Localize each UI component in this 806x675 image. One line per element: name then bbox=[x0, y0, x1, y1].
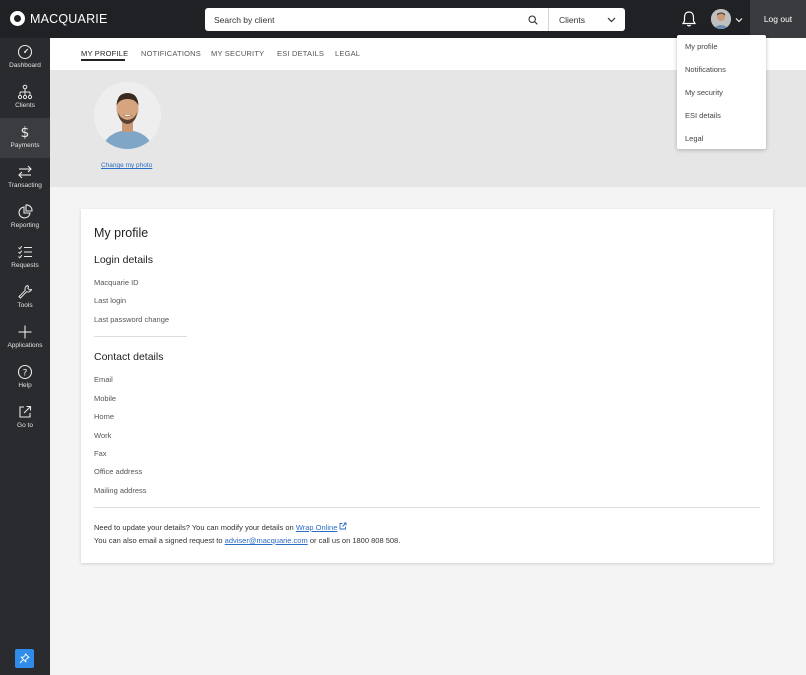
pie-chart-icon bbox=[18, 204, 33, 219]
sidebar-item-dashboard[interactable]: Dashboard bbox=[0, 38, 50, 78]
tab-esi-details[interactable]: ESI DETAILS bbox=[277, 49, 324, 58]
wrench-icon bbox=[18, 284, 33, 299]
sidebar-item-label: Applications bbox=[7, 342, 43, 349]
field-label: Fax bbox=[94, 449, 107, 458]
field-label: Last password change bbox=[94, 315, 170, 324]
user-dropdown-menu: My profile Notifications My security ESI… bbox=[677, 35, 766, 149]
search-bar: Clients bbox=[205, 8, 625, 31]
menu-item-esi-details[interactable]: ESI details bbox=[685, 111, 721, 120]
menu-item-legal[interactable]: Legal bbox=[685, 134, 703, 143]
sidebar-item-help[interactable]: ? Help bbox=[0, 358, 50, 398]
bell-icon[interactable] bbox=[681, 10, 697, 28]
sidebar-item-requests[interactable]: Requests bbox=[0, 238, 50, 278]
plus-icon bbox=[18, 325, 32, 339]
field-label: Macquarie ID bbox=[94, 278, 139, 287]
hierarchy-icon bbox=[17, 84, 33, 100]
login-details-heading: Login details bbox=[94, 254, 153, 266]
sidebar-item-payments[interactable]: $ Payments bbox=[0, 118, 50, 158]
logout-button[interactable]: Log out bbox=[750, 0, 806, 38]
active-tab-indicator bbox=[81, 59, 125, 61]
tab-legal[interactable]: LEGAL bbox=[335, 49, 360, 58]
field-label: Mailing address bbox=[94, 486, 147, 495]
note-text: You can also email a signed request to bbox=[94, 536, 223, 545]
section-divider bbox=[94, 507, 760, 508]
sidebar-item-label: Help bbox=[18, 382, 32, 389]
tab-notifications[interactable]: NOTIFICATIONS bbox=[141, 49, 201, 58]
menu-item-my-security[interactable]: My security bbox=[685, 88, 723, 97]
sidebar-item-go-to[interactable]: Go to bbox=[0, 398, 50, 438]
question-icon: ? bbox=[17, 364, 33, 380]
search-icon[interactable] bbox=[518, 8, 548, 31]
speedometer-icon bbox=[17, 44, 33, 60]
update-details-note: Need to update your details? You can mod… bbox=[94, 522, 347, 532]
avatar bbox=[711, 9, 731, 29]
note-text: Need to update your details? You can mod… bbox=[94, 523, 294, 532]
search-input[interactable] bbox=[205, 8, 518, 31]
dollar-icon: $ bbox=[21, 125, 30, 140]
macquarie-logo[interactable]: MACQUARIE bbox=[10, 11, 108, 26]
adviser-email-link[interactable]: adviser@macquarie.com bbox=[225, 536, 308, 545]
user-menu-button[interactable] bbox=[711, 9, 743, 29]
page-title: My profile bbox=[94, 226, 149, 240]
section-divider bbox=[94, 336, 187, 337]
wrap-online-link[interactable]: Wrap Online bbox=[296, 523, 338, 532]
sidebar-item-label: Tools bbox=[17, 302, 33, 309]
logo-mark-icon bbox=[10, 11, 25, 26]
field-label: Email bbox=[94, 375, 113, 384]
sidebar-item-label: Clients bbox=[15, 102, 35, 109]
sidebar: Dashboard Clients $ Payments Transacting… bbox=[0, 38, 50, 675]
field-label: Office address bbox=[94, 467, 143, 476]
change-photo-link[interactable]: Change my photo bbox=[101, 162, 152, 169]
pin-sidebar-button[interactable] bbox=[15, 649, 34, 668]
swap-arrows-icon bbox=[18, 165, 32, 179]
menu-item-notifications[interactable]: Notifications bbox=[685, 65, 726, 74]
sidebar-item-label: Dashboard bbox=[9, 62, 41, 69]
svg-text:?: ? bbox=[23, 369, 28, 379]
chevron-down-icon bbox=[607, 15, 616, 25]
tab-my-security[interactable]: MY SECURITY bbox=[211, 49, 264, 58]
menu-item-my-profile[interactable]: My profile bbox=[685, 42, 718, 51]
sidebar-item-transacting[interactable]: Transacting bbox=[0, 158, 50, 198]
pin-icon bbox=[19, 653, 30, 664]
field-label: Last login bbox=[94, 296, 127, 305]
chevron-down-icon bbox=[735, 10, 743, 28]
top-bar: MACQUARIE Clients Log out bbox=[0, 0, 806, 38]
svg-text:$: $ bbox=[21, 125, 30, 140]
sidebar-item-label: Go to bbox=[17, 422, 33, 429]
sidebar-item-reporting[interactable]: Reporting bbox=[0, 198, 50, 238]
checklist-icon bbox=[18, 245, 32, 259]
sidebar-item-label: Reporting bbox=[10, 222, 40, 229]
contact-details-heading: Contact details bbox=[94, 351, 164, 363]
external-link-icon bbox=[19, 405, 32, 418]
profile-photo bbox=[94, 82, 161, 149]
search-scope-value: Clients bbox=[559, 14, 585, 25]
brand-name: MACQUARIE bbox=[30, 11, 108, 26]
contact-note: You can also email a signed request to a… bbox=[94, 536, 400, 545]
field-label: Mobile bbox=[94, 394, 117, 403]
external-link-icon[interactable] bbox=[339, 522, 347, 532]
search-scope-select[interactable]: Clients bbox=[549, 8, 625, 31]
profile-card: My profile Login details Macquarie ID La… bbox=[81, 209, 773, 563]
sidebar-item-label: Requests bbox=[11, 262, 39, 269]
sidebar-item-label: Transacting bbox=[8, 182, 42, 189]
field-label: Home bbox=[94, 412, 115, 421]
sidebar-item-clients[interactable]: Clients bbox=[0, 78, 50, 118]
sidebar-item-applications[interactable]: Applications bbox=[0, 318, 50, 358]
tab-my-profile[interactable]: MY PROFILE bbox=[81, 49, 128, 58]
sidebar-item-label: Payments bbox=[10, 142, 40, 149]
field-label: Work bbox=[94, 431, 112, 440]
note-text: or call us on 1800 808 508. bbox=[309, 536, 401, 545]
sidebar-item-tools[interactable]: Tools bbox=[0, 278, 50, 318]
